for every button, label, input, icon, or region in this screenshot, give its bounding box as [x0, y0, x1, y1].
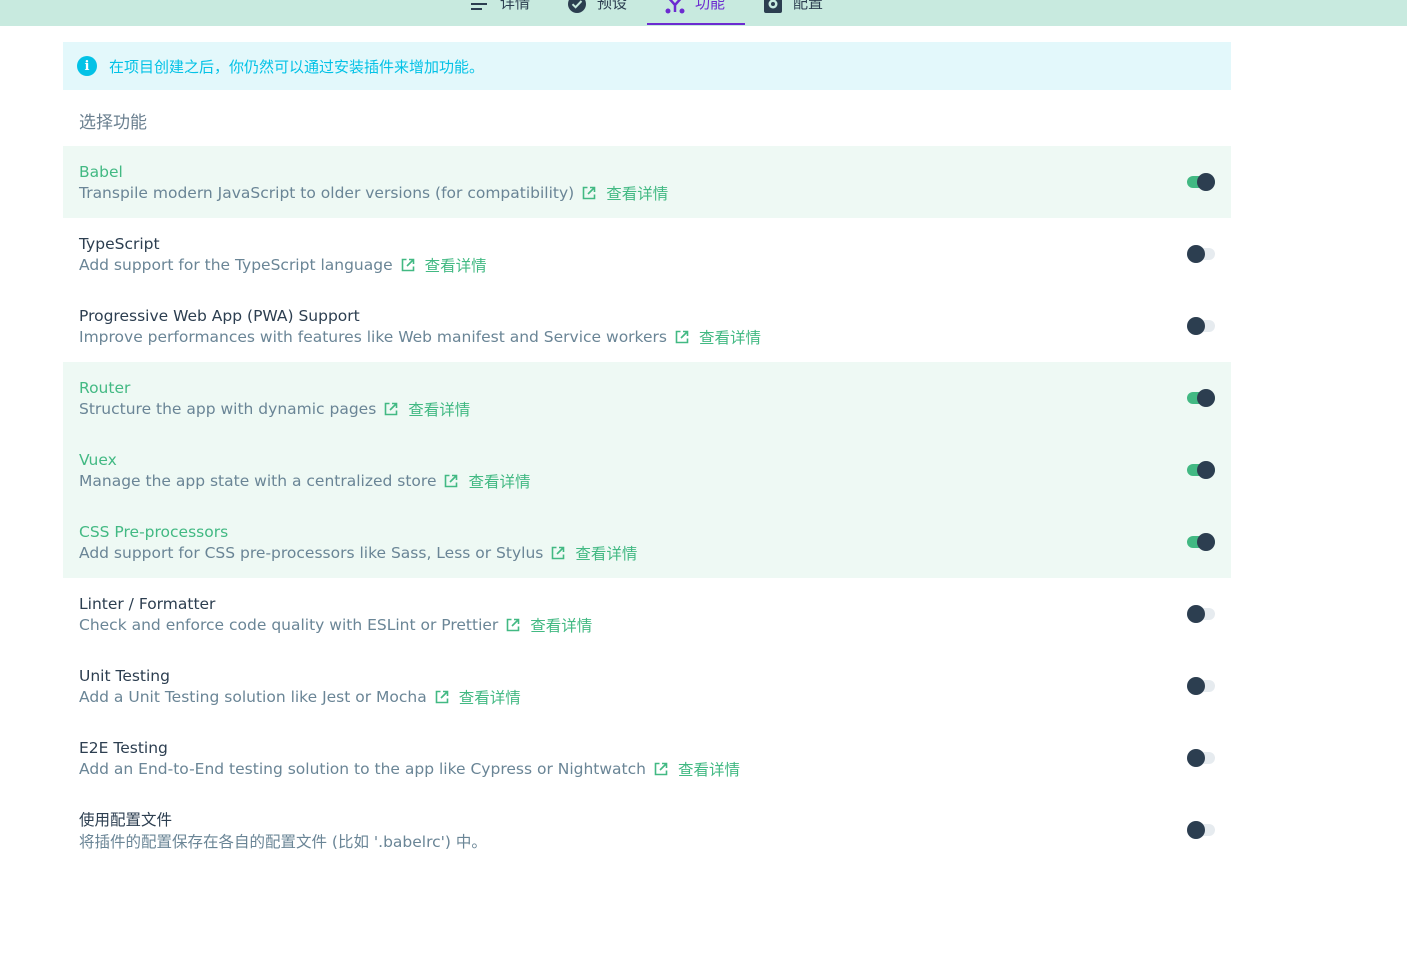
info-banner: i 在项目创建之后，你仍然可以通过安装插件来增加功能。: [63, 42, 1231, 90]
feature-description-row: Check and enforce code quality with ESLi…: [79, 615, 1231, 635]
feature-name: Router: [79, 379, 131, 397]
toggle-knob: [1197, 533, 1215, 551]
feature-name: Vuex: [79, 451, 117, 469]
more-info-link[interactable]: 查看详情: [425, 254, 487, 276]
more-info-link[interactable]: 查看详情: [459, 686, 521, 708]
feature-description-row: Add support for the TypeScript language 查…: [79, 255, 1231, 275]
feature-description-row: 将插件的配置保存在各自的配置文件 (比如 '.babelrc') 中。: [79, 831, 1231, 851]
external-link-icon[interactable]: [654, 762, 668, 776]
feature-description-row: Add support for CSS pre-processors like …: [79, 543, 1231, 563]
tab-presets[interactable]: 预设: [567, 0, 627, 26]
more-info-link[interactable]: 查看详情: [468, 470, 530, 492]
feature-name: Babel: [79, 163, 123, 181]
external-link-icon[interactable]: [384, 402, 398, 416]
feature-toggle[interactable]: [1187, 245, 1215, 263]
feature-toggle[interactable]: [1187, 749, 1215, 767]
toggle-knob: [1187, 245, 1205, 263]
toggle-knob: [1197, 389, 1215, 407]
feature-toggle[interactable]: [1187, 317, 1215, 335]
feature-item[interactable]: E2E Testing Add an End-to-End testing sol…: [63, 722, 1231, 794]
feature-name: CSS Pre-processors: [79, 523, 229, 541]
toggle-knob: [1197, 461, 1215, 479]
feature-name: E2E Testing: [79, 739, 168, 757]
check-circle-icon: [568, 0, 586, 13]
toggle-knob: [1187, 605, 1205, 623]
external-link-icon[interactable]: [506, 618, 520, 632]
feature-description: Add support for the TypeScript language: [79, 256, 393, 274]
external-link-icon[interactable]: [435, 690, 449, 704]
feature-description-row: Transpile modern JavaScript to older ver…: [79, 183, 1231, 203]
info-text: 在项目创建之后，你仍然可以通过安装插件来增加功能。: [109, 57, 485, 76]
feature-item[interactable]: Progressive Web App (PWA) Support Improve…: [63, 290, 1231, 362]
toggle-knob: [1187, 749, 1205, 767]
feature-description-row: Manage the app state with a centralized …: [79, 471, 1231, 491]
feature-item[interactable]: Router Structure the app with dynamic pag…: [63, 362, 1231, 434]
external-link-icon[interactable]: [675, 330, 689, 344]
fork-icon: [665, 0, 685, 14]
feature-description: Add a Unit Testing solution like Jest or…: [79, 688, 427, 706]
feature-item[interactable]: TypeScript Add support for the TypeScript…: [63, 218, 1231, 290]
feature-toggle[interactable]: [1187, 173, 1215, 191]
feature-item[interactable]: Vuex Manage the app state with a centrali…: [63, 434, 1231, 506]
tab-label: 预设: [597, 0, 628, 12]
toggle-knob: [1197, 173, 1215, 191]
more-info-link[interactable]: 查看详情: [699, 326, 761, 348]
gear-icon: [764, 0, 782, 13]
feature-toggle[interactable]: [1187, 461, 1215, 479]
feature-toggle[interactable]: [1187, 605, 1215, 623]
more-info-link[interactable]: 查看详情: [530, 614, 592, 636]
feature-item[interactable]: Babel Transpile modern JavaScript to olde…: [63, 146, 1231, 218]
feature-name: Unit Testing: [79, 667, 170, 685]
feature-description: Add support for CSS pre-processors like …: [79, 544, 544, 562]
info-icon: i: [77, 56, 97, 76]
feature-description: Manage the app state with a centralized …: [79, 472, 437, 490]
feature-name: TypeScript: [79, 235, 160, 253]
feature-name: Linter / Formatter: [79, 595, 216, 613]
more-info-link[interactable]: 查看详情: [408, 398, 470, 420]
tab-label: 功能: [695, 0, 726, 12]
external-link-icon[interactable]: [582, 186, 596, 200]
external-link-icon[interactable]: [551, 546, 565, 560]
more-info-link[interactable]: 查看详情: [678, 758, 740, 780]
feature-toggle[interactable]: [1187, 533, 1215, 551]
feature-item[interactable]: Unit Testing Add a Unit Testing solution …: [63, 650, 1231, 722]
toggle-knob: [1187, 821, 1205, 839]
feature-description: Add an End-to-End testing solution to th…: [79, 760, 646, 778]
feature-item[interactable]: CSS Pre-processors Add support for CSS pr…: [63, 506, 1231, 578]
section-title: 选择功能: [79, 113, 147, 133]
feature-description-row: Add an End-to-End testing solution to th…: [79, 759, 1231, 779]
list-icon: [471, 3, 487, 10]
toggle-knob: [1187, 677, 1205, 695]
feature-description: 将插件的配置保存在各自的配置文件 (比如 '.babelrc') 中。: [79, 833, 487, 851]
external-link-icon[interactable]: [444, 474, 458, 488]
feature-name: Progressive Web App (PWA) Support: [79, 307, 360, 325]
feature-name: 使用配置文件: [79, 811, 173, 829]
feature-description: Structure the app with dynamic pages: [79, 400, 377, 418]
feature-description: Check and enforce code quality with ESLi…: [79, 616, 499, 634]
tab-details[interactable]: 详情: [470, 0, 530, 26]
tab-label: 配置: [793, 0, 824, 12]
tab-label: 详情: [500, 0, 531, 12]
tab-config[interactable]: 配置: [763, 0, 823, 26]
external-link-icon[interactable]: [401, 258, 415, 272]
toggle-knob: [1187, 317, 1205, 335]
feature-toggle[interactable]: [1187, 389, 1215, 407]
more-info-link[interactable]: 查看详情: [606, 182, 668, 204]
more-info-link[interactable]: 查看详情: [575, 542, 637, 564]
feature-description-row: Add a Unit Testing solution like Jest or…: [79, 687, 1231, 707]
top-tab-bar: 详情 预设 功能 配置: [0, 0, 1407, 26]
feature-description-row: Improve performances with features like …: [79, 327, 1231, 347]
feature-toggle[interactable]: [1187, 821, 1215, 839]
feature-list: Babel Transpile modern JavaScript to olde…: [63, 146, 1231, 866]
feature-description-row: Structure the app with dynamic pages 查看详情: [79, 399, 1231, 419]
feature-toggle[interactable]: [1187, 677, 1215, 695]
feature-item[interactable]: 使用配置文件将插件的配置保存在各自的配置文件 (比如 '.babelrc') 中…: [63, 794, 1231, 866]
feature-description: Improve performances with features like …: [79, 328, 667, 346]
feature-description: Transpile modern JavaScript to older ver…: [79, 184, 575, 202]
active-tab-indicator: [647, 23, 745, 25]
feature-item[interactable]: Linter / Formatter Check and enforce code…: [63, 578, 1231, 650]
